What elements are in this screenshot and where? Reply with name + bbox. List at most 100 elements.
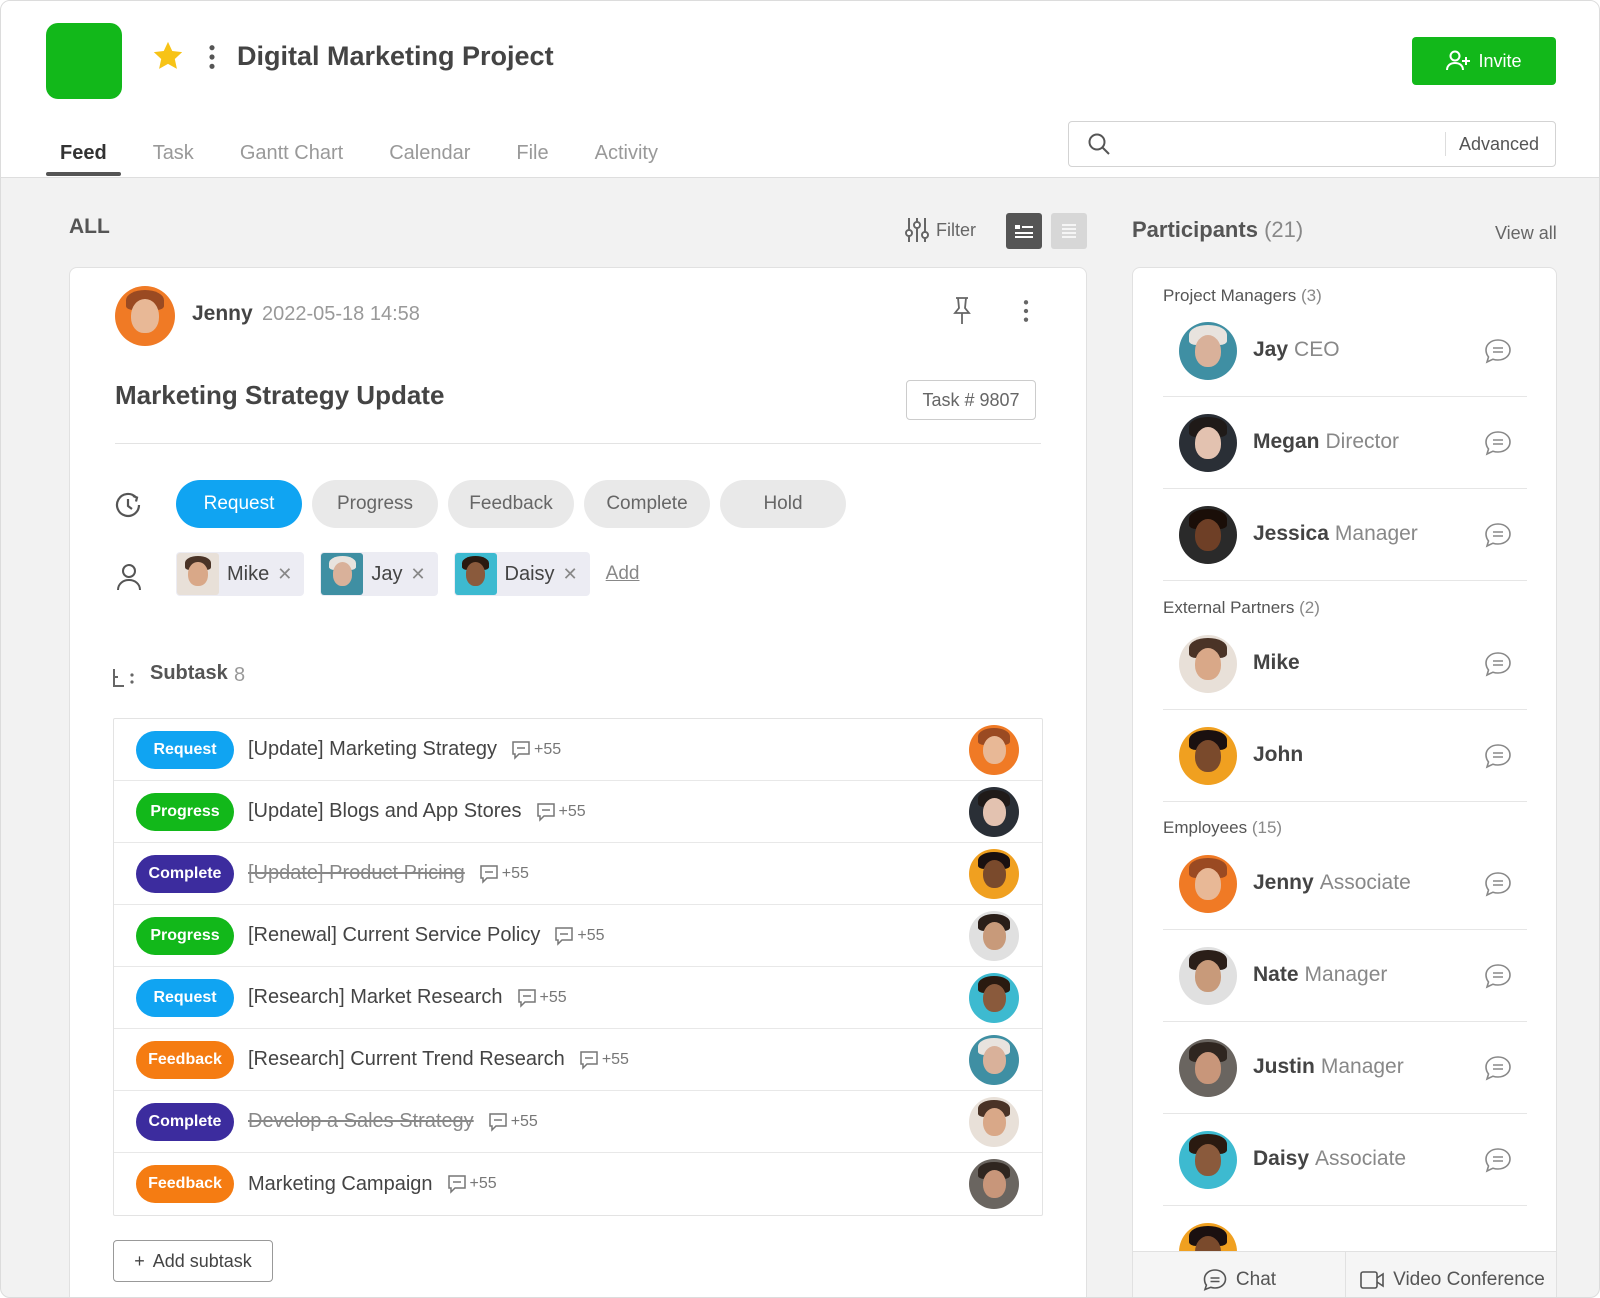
subtask-row[interactable]: Progress [Update] Blogs and App Stores +5… — [114, 781, 1042, 843]
star-icon[interactable] — [151, 39, 185, 73]
participant-name-wrap: John — [1253, 743, 1309, 767]
subtask-status-badge[interactable]: Feedback — [136, 1040, 234, 1079]
post-more-icon[interactable] — [1020, 298, 1032, 324]
comment-count[interactable]: +55 — [511, 740, 561, 760]
participant-name-wrap: Jessica Manager — [1253, 522, 1418, 546]
subtask-row[interactable]: Progress [Renewal] Current Service Polic… — [114, 905, 1042, 967]
participant-name: Megan — [1253, 430, 1320, 453]
participant-row[interactable]: John — [1163, 710, 1527, 802]
comment-count[interactable]: +55 — [447, 1174, 497, 1195]
subtask-status-badge[interactable]: Progress — [136, 792, 234, 831]
tab-gantt-chart[interactable]: Gantt Chart — [226, 133, 357, 178]
subtask-row[interactable]: Feedback [Research] Current Trend Resear… — [114, 1029, 1042, 1091]
video-camera-icon — [1360, 1271, 1384, 1289]
participant-name-wrap: Mike — [1253, 651, 1306, 675]
participant-row[interactable]: Jenny Associate — [1163, 838, 1527, 930]
avatar — [177, 553, 219, 595]
chat-button[interactable]: Chat — [1133, 1252, 1346, 1297]
subtask-status-badge[interactable]: Progress — [136, 916, 234, 955]
remove-icon[interactable]: ✕ — [410, 564, 425, 585]
list-view-button[interactable] — [1051, 213, 1087, 249]
subtask-row[interactable]: Request [Research] Market Research +55 — [114, 967, 1042, 1029]
chat-bubble-icon[interactable] — [1483, 870, 1513, 898]
participant-row[interactable]: Daisy Associate — [1163, 1114, 1527, 1206]
tab-calendar[interactable]: Calendar — [375, 133, 484, 178]
chat-bubble-icon[interactable] — [1483, 337, 1513, 365]
add-assignee-link[interactable]: Add — [606, 563, 640, 585]
avatar[interactable] — [969, 787, 1019, 837]
status-feedback-button[interactable]: Feedback — [448, 480, 574, 528]
avatar[interactable] — [115, 286, 175, 346]
subtask-title[interactable]: [Update] Product Pricing — [248, 862, 465, 884]
participant-row[interactable]: Jay CEO — [1163, 305, 1527, 397]
subtask-status-badge[interactable]: Complete — [136, 854, 234, 893]
subtask-status-badge[interactable]: Complete — [136, 1102, 234, 1141]
participant-name: Justin — [1253, 1055, 1315, 1078]
subtask-row[interactable]: Request [Update] Marketing Strategy +55 — [114, 719, 1042, 781]
subtask-title[interactable]: [Research] Market Research — [248, 986, 503, 1008]
advanced-search-button[interactable]: Advanced — [1459, 134, 1539, 155]
post-author[interactable]: Jenny — [192, 302, 253, 326]
comment-count[interactable]: +55 — [536, 802, 586, 822]
filter-button[interactable]: Filter — [904, 216, 976, 244]
avatar[interactable] — [969, 1035, 1019, 1085]
subtask-title[interactable]: [Research] Current Trend Research — [248, 1048, 565, 1070]
subtask-title[interactable]: [Update] Marketing Strategy — [248, 738, 497, 760]
tab-file[interactable]: File — [502, 133, 562, 178]
chat-bubble-icon[interactable] — [1483, 962, 1513, 990]
subtask-title[interactable]: [Renewal] Current Service Policy — [248, 924, 540, 946]
participant-name: John — [1253, 743, 1304, 766]
status-request-button[interactable]: Request — [176, 480, 302, 528]
participant-row[interactable]: Nate Manager — [1163, 930, 1527, 1022]
chat-bubble-icon[interactable] — [1483, 742, 1513, 770]
avatar[interactable] — [969, 1097, 1019, 1147]
avatar[interactable] — [969, 849, 1019, 899]
avatar[interactable] — [969, 911, 1019, 961]
participant-row[interactable]: Megan Director — [1163, 397, 1527, 489]
search-input[interactable] — [1125, 130, 1495, 158]
subtask-status-badge[interactable]: Feedback — [136, 1165, 234, 1203]
subtask-status-badge[interactable]: Request — [136, 730, 234, 769]
status-progress-button[interactable]: Progress — [312, 480, 438, 528]
subtask-status-badge[interactable]: Request — [136, 978, 234, 1017]
subtask-row[interactable]: Complete Develop a Sales Strategy +55 — [114, 1091, 1042, 1153]
chat-bubble-icon[interactable] — [1483, 521, 1513, 549]
status-complete-button[interactable]: Complete — [584, 480, 710, 528]
comment-count[interactable]: +55 — [517, 988, 567, 1008]
comment-count[interactable]: +55 — [579, 1050, 629, 1070]
chat-bubble-icon[interactable] — [1483, 429, 1513, 457]
task-id-badge[interactable]: Task # 9807 — [906, 380, 1036, 420]
comment-count[interactable]: +55 — [479, 864, 529, 884]
participant-row[interactable]: Jessica Manager — [1163, 489, 1527, 581]
add-subtask-button[interactable]: + Add subtask — [113, 1240, 273, 1282]
tab-feed[interactable]: Feed — [46, 133, 121, 178]
video-conference-button[interactable]: Video Conference — [1346, 1252, 1556, 1297]
avatar[interactable] — [969, 1159, 1019, 1209]
subtask-title[interactable]: Develop a Sales Strategy — [248, 1110, 474, 1132]
view-all-link[interactable]: View all — [1495, 223, 1557, 244]
status-hold-button[interactable]: Hold — [720, 480, 846, 528]
chat-bubble-icon[interactable] — [1483, 650, 1513, 678]
participant-row[interactable]: Justin Manager — [1163, 1022, 1527, 1114]
comment-count[interactable]: +55 — [554, 926, 604, 946]
more-options-icon[interactable] — [204, 43, 220, 71]
card-view-button[interactable] — [1006, 213, 1042, 249]
chat-bubble-icon[interactable] — [1483, 1054, 1513, 1082]
chat-bubble-icon[interactable] — [1483, 1146, 1513, 1174]
invite-button[interactable]: Invite — [1412, 37, 1556, 85]
pin-icon[interactable] — [950, 296, 974, 326]
tab-activity[interactable]: Activity — [581, 133, 672, 178]
remove-icon[interactable]: ✕ — [563, 564, 578, 585]
tab-task[interactable]: Task — [139, 133, 208, 178]
comment-count[interactable]: +55 — [488, 1112, 538, 1132]
avatar[interactable] — [969, 973, 1019, 1023]
avatar — [1179, 855, 1237, 913]
avatar[interactable] — [969, 725, 1019, 775]
subtask-row[interactable]: Complete [Update] Product Pricing +55 — [114, 843, 1042, 905]
subtask-title[interactable]: Marketing Campaign — [248, 1173, 433, 1195]
subtask-row[interactable]: Feedback Marketing Campaign +55 — [114, 1153, 1042, 1215]
remove-icon[interactable]: ✕ — [277, 564, 292, 585]
participant-row[interactable]: Mike — [1163, 618, 1527, 710]
subtask-title[interactable]: [Update] Blogs and App Stores — [248, 800, 522, 822]
subtask-list: Request [Update] Marketing Strategy +55 P… — [113, 718, 1043, 1216]
